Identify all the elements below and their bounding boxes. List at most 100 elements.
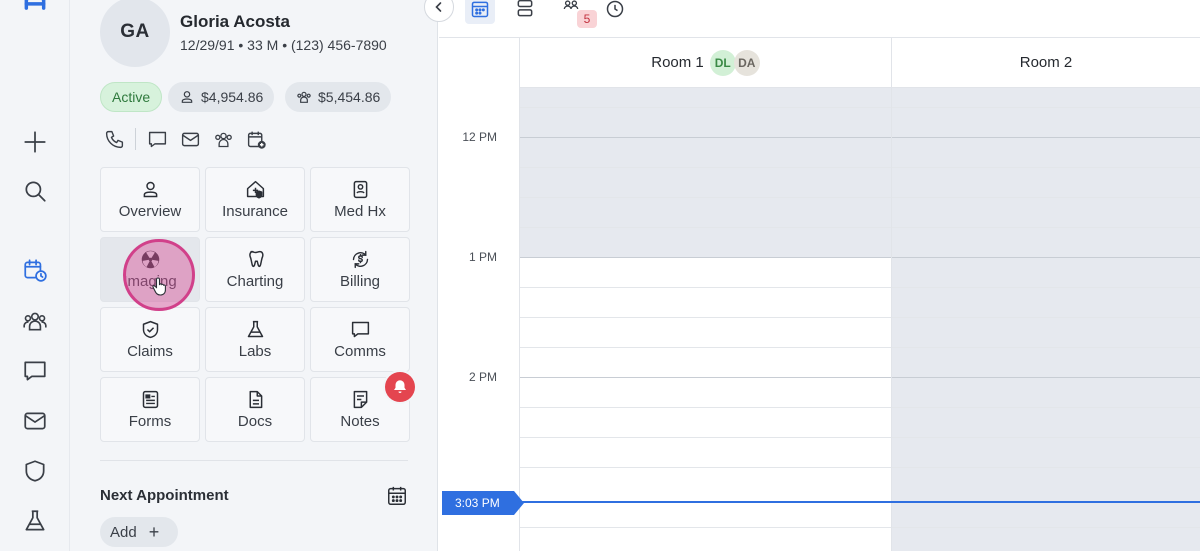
add-label: Add <box>110 523 137 541</box>
tile-label: Med Hx <box>334 203 386 220</box>
room-2-column[interactable] <box>892 88 1200 551</box>
hour-line <box>520 137 891 138</box>
user-icon <box>143 181 157 198</box>
notification-bell[interactable] <box>385 372 415 402</box>
current-time-line <box>520 501 1200 503</box>
shield-check-icon <box>142 320 158 339</box>
slot-line <box>520 227 891 228</box>
phone-icon[interactable] <box>102 127 126 151</box>
chat-icon[interactable] <box>145 127 169 151</box>
tile-label: Labs <box>238 343 272 360</box>
family-icon[interactable] <box>211 127 235 151</box>
slot-line <box>892 197 1200 198</box>
slot-line <box>520 107 891 108</box>
messages-icon[interactable] <box>17 353 53 389</box>
plus-icon[interactable] <box>17 124 53 160</box>
room-1-column[interactable] <box>520 88 892 551</box>
tile-billing[interactable]: Billing <box>310 237 410 302</box>
current-time-indicator: 3:03 PM <box>442 491 524 515</box>
list-view-button[interactable] <box>510 0 540 24</box>
add-appointment-icon[interactable] <box>244 127 268 151</box>
unavailable-block <box>892 88 1200 551</box>
tile-label: Billing <box>339 273 381 290</box>
slot-line <box>520 437 891 438</box>
tile-labs[interactable]: Labs <box>205 307 305 372</box>
slot-line <box>520 287 891 288</box>
slot-line <box>892 317 1200 318</box>
shield-icon[interactable] <box>17 453 53 489</box>
schedule-grid: 12 PM 1 PM 2 PM Room 1 DL DA Room 2 3:03… <box>439 38 1200 551</box>
time-gutter: 12 PM 1 PM 2 PM <box>439 38 520 551</box>
room-name: Room 1 <box>651 54 704 71</box>
tile-docs[interactable]: Docs <box>205 377 305 442</box>
app-logo-icon[interactable] <box>17 0 53 24</box>
room-header-2[interactable]: Room 2 <box>892 38 1200 88</box>
patients-icon[interactable] <box>17 303 53 339</box>
tile-label: Notes <box>340 413 380 430</box>
room-header-1[interactable]: Room 1 DL DA <box>520 38 892 88</box>
schedule-icon[interactable] <box>17 252 53 288</box>
time-label: 1 PM <box>468 250 497 264</box>
add-appointment-button[interactable]: Add + <box>100 517 178 547</box>
chat-icon <box>351 321 369 338</box>
calendar-view-button[interactable] <box>465 0 495 24</box>
bell-icon <box>394 380 406 393</box>
tile-label: Forms <box>128 413 172 430</box>
contact-actions <box>102 126 277 152</box>
slot-line <box>892 347 1200 348</box>
calendar-icon <box>471 1 489 18</box>
hour-line <box>520 257 891 258</box>
status-label: Active <box>112 89 151 105</box>
slot-line <box>520 167 891 168</box>
family-balance: $5,454.86 <box>318 89 381 105</box>
patient-name[interactable]: Gloria Acosta <box>180 12 290 32</box>
plus-icon: + <box>148 522 160 542</box>
slot-line <box>520 317 891 318</box>
tile-comms[interactable]: Comms <box>310 307 410 372</box>
tile-label: Overview <box>118 203 182 220</box>
provider-avatar[interactable]: DA <box>733 49 760 76</box>
family-balance-chip[interactable]: $5,454.86 <box>285 82 392 112</box>
hour-line <box>892 377 1200 378</box>
slot-line <box>520 467 891 468</box>
hour-line <box>892 137 1200 138</box>
patient-info: 12/29/91 • 33 M • (123) 456-7890 <box>180 37 387 53</box>
tile-insurance[interactable]: Insurance <box>205 167 305 232</box>
tile-overview[interactable]: Overview <box>100 167 200 232</box>
clock-icon <box>606 0 624 18</box>
tile-label: Charting <box>226 273 284 290</box>
history-button[interactable] <box>600 0 630 24</box>
hour-line <box>892 257 1200 258</box>
tooth-icon <box>248 250 264 268</box>
slot-line <box>892 467 1200 468</box>
unavailable-block <box>520 88 891 258</box>
email-icon[interactable] <box>178 127 202 151</box>
slot-line <box>520 197 891 198</box>
tile-charting[interactable]: Charting <box>205 237 305 302</box>
tile-label: Docs <box>237 413 273 430</box>
tile-med-hx[interactable]: Med Hx <box>310 167 410 232</box>
search-icon[interactable] <box>17 173 53 209</box>
tile-claims[interactable]: Claims <box>100 307 200 372</box>
provider-avatar[interactable]: DL <box>709 49 736 76</box>
slot-line <box>892 407 1200 408</box>
stack-icon <box>517 0 533 17</box>
tile-label: Comms <box>334 343 386 360</box>
hour-line <box>520 377 891 378</box>
slot-line <box>520 347 891 348</box>
family-icon <box>297 91 311 103</box>
tile-forms[interactable]: Forms <box>100 377 200 442</box>
lab-flask-icon[interactable] <box>17 503 53 539</box>
next-appointment-title: Next Appointment <box>100 487 229 504</box>
slot-line <box>520 527 891 528</box>
room-name: Room 2 <box>1019 54 1073 71</box>
chevron-left-icon <box>435 2 442 12</box>
waitlist-count-badge: 5 <box>577 10 597 28</box>
patient-balance-chip[interactable]: $4,954.86 <box>168 82 275 112</box>
calendar-icon[interactable] <box>386 485 408 507</box>
medical-history-icon <box>353 180 367 199</box>
flask-icon <box>247 320 263 338</box>
slot-line <box>892 107 1200 108</box>
mail-icon[interactable] <box>17 403 53 439</box>
status-badge: Active <box>100 82 163 112</box>
